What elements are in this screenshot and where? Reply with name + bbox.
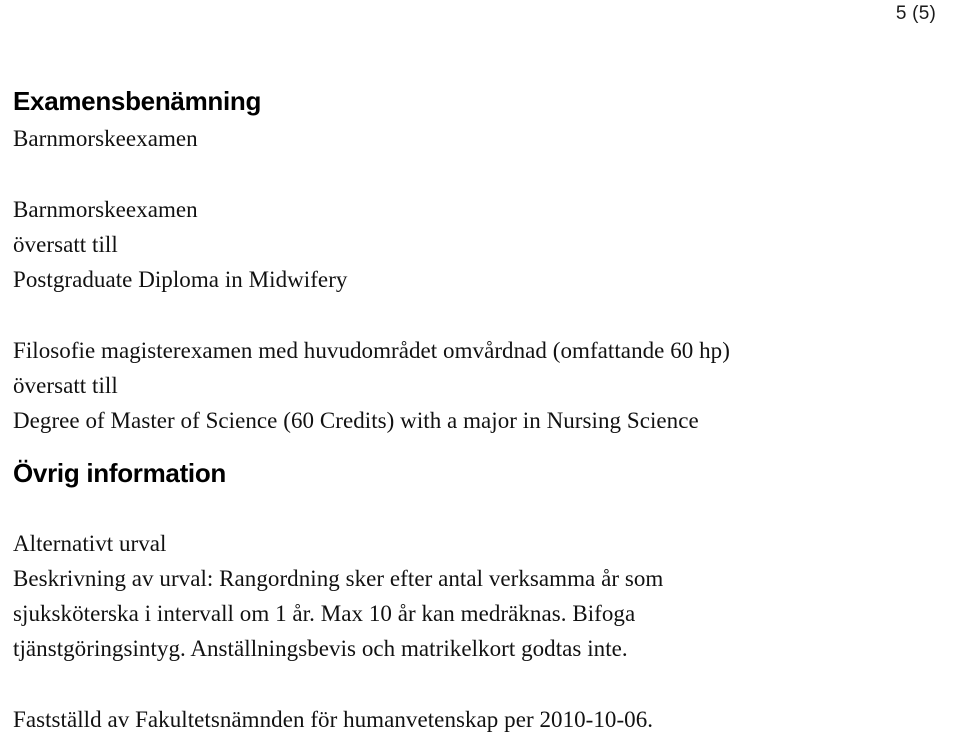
document-page: 5 (5) Examensbenämning Barnmorskeexamen … xyxy=(0,0,960,732)
document-body: Examensbenämning Barnmorskeexamen Barnmo… xyxy=(13,86,936,737)
heading-ovrig-information: Övrig information xyxy=(13,458,227,488)
text-line: Postgraduate Diploma in Midwifery xyxy=(13,267,348,292)
page-header: 5 (5) xyxy=(0,3,936,25)
text-line: Beskrivning av urval: Rangordning sker e… xyxy=(13,566,664,591)
paragraph-degree-name-se: Barnmorskeexamen xyxy=(13,121,936,156)
section-ovrig-information: Övrig information Alternativt urval Besk… xyxy=(13,458,936,737)
text-line: Alternativt urval xyxy=(13,531,167,556)
text-line: översatt till xyxy=(13,373,118,398)
paragraph-urval-description: Beskrivning av urval: Rangordning sker e… xyxy=(13,561,936,666)
text-line: Fastställd av Fakultetsnämnden för human… xyxy=(13,707,654,732)
page-number-indicator: 5 (5) xyxy=(895,3,936,24)
paragraph-degree-translation-nursing-science: Filosofie magisterexamen med huvudområde… xyxy=(13,333,936,438)
text-line: Filosofie magisterexamen med huvudområde… xyxy=(13,338,730,363)
text-line: översatt till xyxy=(13,232,118,257)
text-line: sjuksköterska i intervall om 1 år. Max 1… xyxy=(13,601,636,626)
section-examensbenamning: Examensbenämning Barnmorskeexamen Barnmo… xyxy=(13,86,936,438)
paragraph-faststalld-av: Fastställd av Fakultetsnämnden för human… xyxy=(13,702,936,737)
text-line: Barnmorskeexamen xyxy=(13,197,198,222)
text-line: tjänstgöringsintyg. Anställningsbevis oc… xyxy=(13,636,628,661)
paragraph-degree-translation-midwifery: Barnmorskeexamen översatt till Postgradu… xyxy=(13,192,936,297)
text-line: Barnmorskeexamen xyxy=(13,126,198,151)
text-line: Degree of Master of Science (60 Credits)… xyxy=(13,408,699,433)
heading-examensbenamning: Examensbenämning xyxy=(13,86,262,116)
paragraph-alternativt-urval-title: Alternativt urval xyxy=(13,526,936,561)
